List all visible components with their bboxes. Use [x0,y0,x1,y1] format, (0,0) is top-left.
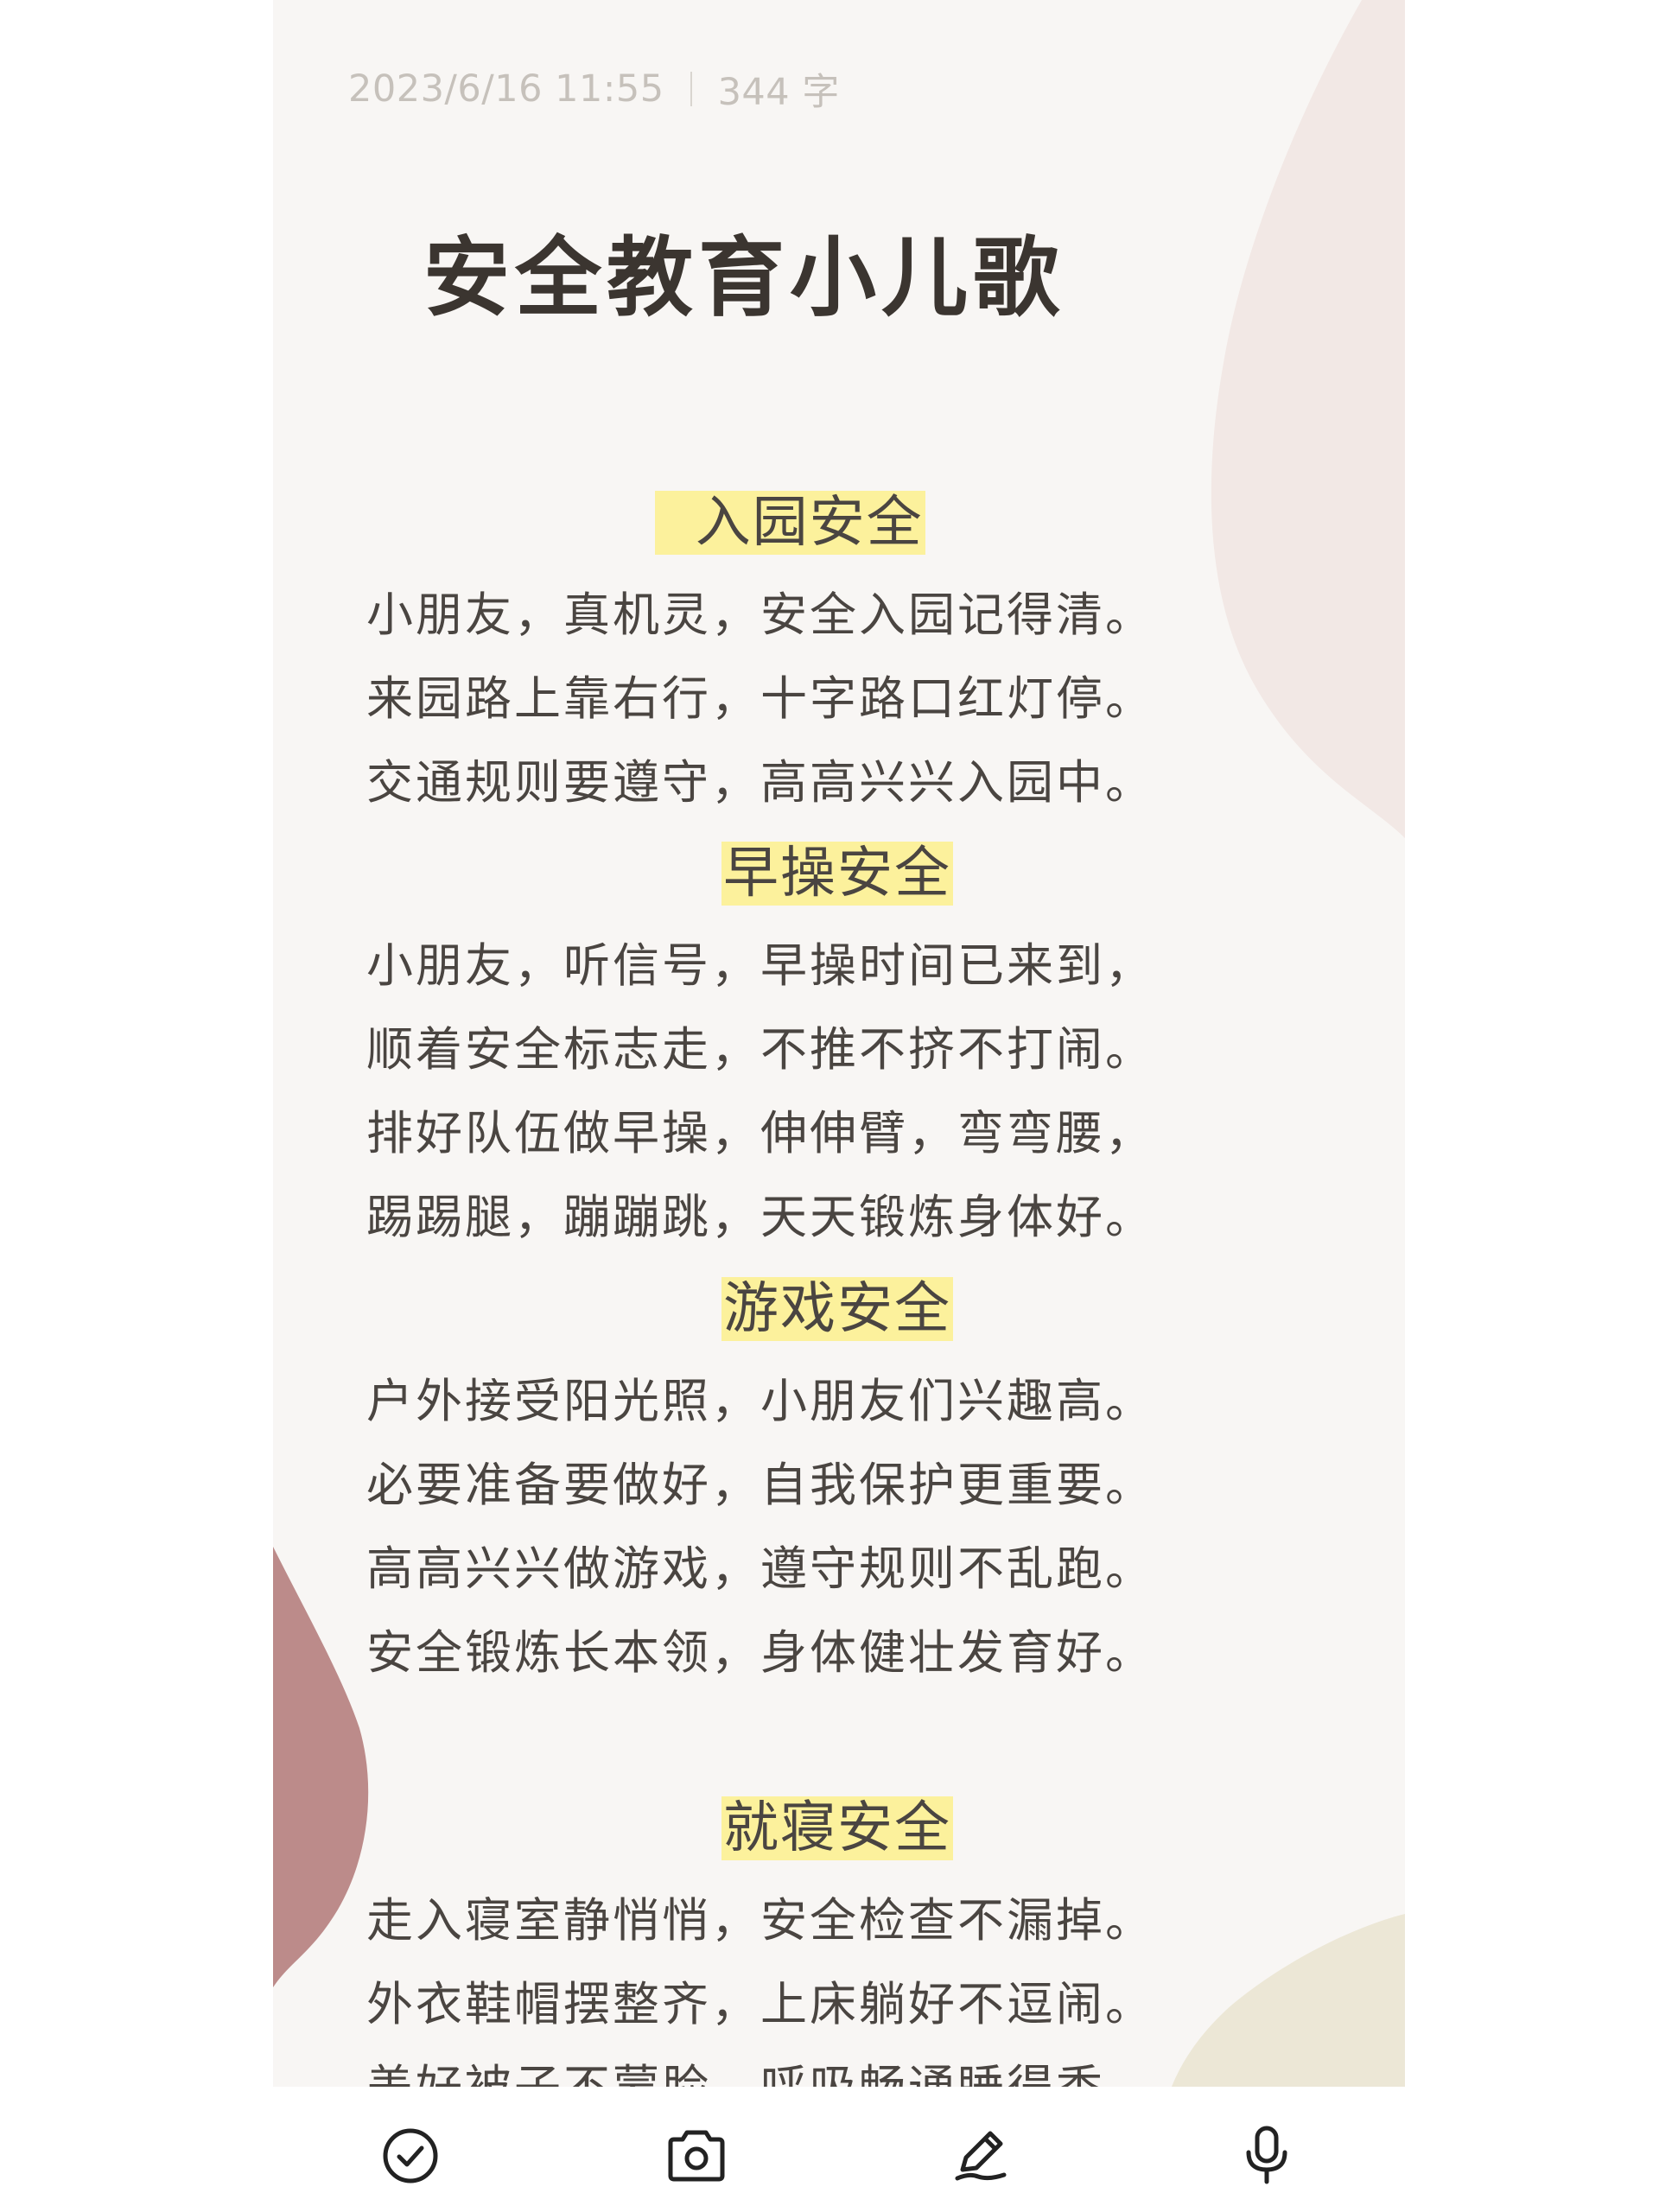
poem-line: 外衣鞋帽摆整齐，上床躺好不逗闹。 [366,1977,1154,2031]
poem-line: 盖好被子不蒙脸，呼吸畅通睡得香。 [366,2060,1154,2087]
section-heading-exercise: 早操安全 [721,842,953,906]
poem-line: 顺着安全标志走，不推不挤不打闹。 [366,1022,1154,1077]
poem-line: 小朋友，真机灵，安全入园记得清。 [366,588,1154,642]
heading-highlight: 入园安全 [655,491,925,555]
section-heading-games: 游戏安全 [721,1277,953,1341]
microphone-icon [1246,2126,1287,2184]
note-date: 2023/6/16 11:55 [348,67,664,111]
bottom-toolbar [0,2087,1659,2212]
rose-blob-shape [273,1547,369,1987]
poem-line: 交通规则要遵守，高高兴兴入园中。 [366,755,1154,810]
meta-divider [690,72,692,106]
pink-blob-shape [1211,0,1405,838]
poem-line: 必要准备要做好，自我保护更重要。 [366,1458,1154,1512]
camera-button[interactable] [662,2121,731,2190]
note-page: 2023/6/16 11:55 344 字 安全教育小儿歌 入园安全 小朋友，真… [273,0,1405,2087]
poem-line: 踢踢腿，蹦蹦跳，天天锻炼身体好。 [366,1190,1154,1244]
poem-line: 安全锻炼长本领，身体健壮发育好。 [366,1625,1154,1680]
poem-line: 排好队伍做早操，伸伸臂，弯弯腰， [366,1106,1154,1160]
checklist-icon [383,2128,438,2183]
voice-button[interactable] [1232,2121,1301,2190]
poem-line: 来园路上靠右行，十字路口红灯停。 [366,671,1154,726]
sand-blob-shape [1172,1914,1405,2087]
poem-line: 小朋友，听信号，早操时间已来到， [366,938,1154,993]
heading-text: 入园安全 [695,491,924,555]
poem-line: 户外接受阳光照，小朋友们兴趣高。 [366,1374,1154,1428]
note-meta: 2023/6/16 11:55 344 字 [348,62,840,116]
heading-highlight: 早操安全 [721,842,953,906]
note-title: 安全教育小儿歌 [423,226,1065,328]
section-heading-sleep: 就寝安全 [721,1796,953,1860]
poem-line: 走入寝室静悄悄，安全检查不漏掉。 [366,1893,1154,1948]
heading-highlight: 游戏安全 [721,1277,953,1341]
handwriting-button[interactable] [947,2121,1016,2190]
heading-highlight: 就寝安全 [721,1796,953,1860]
camera-icon [668,2130,725,2182]
checklist-button[interactable] [376,2121,445,2190]
poem-line: 高高兴兴做游戏，遵守规则不乱跑。 [366,1541,1154,1596]
pen-icon [955,2131,1007,2181]
section-heading-entry: 入园安全 [655,491,925,555]
word-count: 344 字 [717,71,840,114]
